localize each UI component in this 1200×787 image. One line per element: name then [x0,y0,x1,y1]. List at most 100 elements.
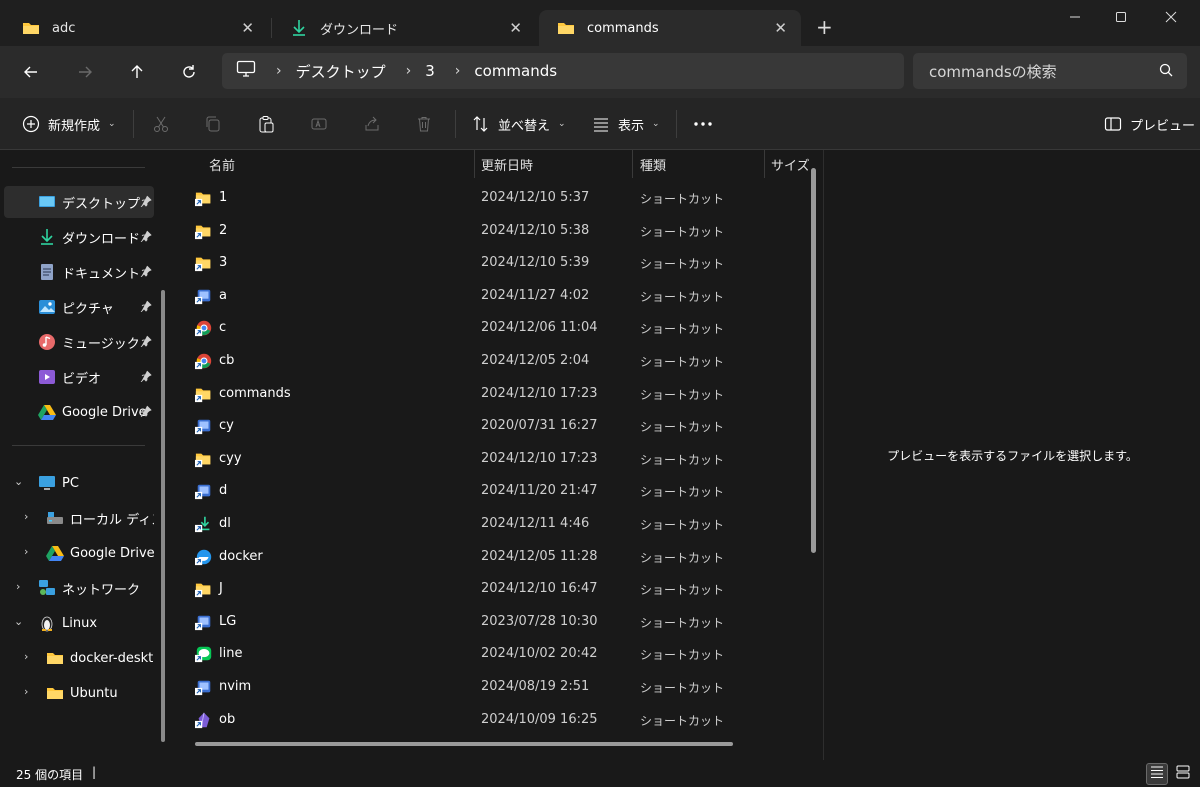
sidebar-item-network[interactable]: ネットワーク [4,572,154,604]
chevron-right-icon[interactable]: › [24,510,28,523]
copy-button[interactable] [202,113,224,135]
file-row[interactable]: docker 2024/12/05 11:28 ショートカット [175,541,795,573]
back-button[interactable] [18,60,44,84]
sidebar-item-videos[interactable]: ビデオ [4,361,154,393]
file-row[interactable]: 3 2024/12/10 5:39 ショートカット [175,247,795,279]
file-row[interactable]: 1 2024/12/10 5:37 ショートカット [175,182,795,214]
trash-icon [413,113,435,135]
file-name: line [219,646,243,662]
forward-button[interactable] [72,60,98,84]
column-divider[interactable] [632,150,633,178]
up-button[interactable] [124,60,150,84]
pin-icon[interactable] [140,300,152,316]
sidebar-item-label: ダウンロード [62,231,141,247]
refresh-button[interactable] [176,60,202,84]
file-row[interactable]: cb 2024/12/05 2:04 ショートカット [175,345,795,377]
column-divider[interactable] [764,150,765,178]
preview-pane-button[interactable]: プレビュー [1102,113,1195,135]
command-bar: 新規作成 ⌄ 並べ替え ⌄ 表示 ⌄ プレビュー [0,98,1200,150]
horizontal-scrollbar[interactable] [195,742,733,746]
tab-adc[interactable]: adc ✕ [4,10,268,46]
vertical-scrollbar[interactable] [811,168,816,553]
tab-commands[interactable]: commands ✕ [539,10,801,46]
pin-icon[interactable] [140,195,152,211]
chevron-right-icon[interactable]: › [24,545,28,558]
address-bar[interactable]: › デスクトップ › 3 › commands [222,53,904,89]
tiles-view-button[interactable] [1172,763,1194,785]
search-input[interactable]: commandsの検索 [913,53,1187,89]
file-name: J [219,581,223,597]
chevron-right-icon[interactable]: › [16,580,20,593]
minimize-button[interactable] [1052,4,1098,30]
pin-icon[interactable] [140,265,152,281]
delete-button[interactable] [413,113,435,135]
breadcrumb-commands[interactable]: commands [474,62,557,80]
paste-button[interactable] [255,113,277,135]
sidebar-item-pc[interactable]: PC [4,467,154,499]
share-button[interactable] [361,113,383,135]
file-row[interactable]: dl 2024/12/11 4:46 ショートカット [175,508,795,540]
close-icon[interactable]: ✕ [241,19,254,37]
rename-button[interactable] [308,113,330,135]
file-row[interactable]: commands 2024/12/10 17:23 ショートカット [175,378,795,410]
new-button[interactable]: 新規作成 ⌄ [20,113,116,135]
chevron-right-icon[interactable]: › [24,650,28,663]
search-icon[interactable] [1159,63,1173,81]
close-icon[interactable]: ✕ [774,19,787,37]
chevron-right-icon[interactable]: › [24,685,28,698]
pin-icon[interactable] [140,405,152,421]
column-header-modified[interactable]: 更新日時 [481,150,533,178]
sort-button[interactable]: 並べ替え ⌄ [470,113,566,135]
file-modified: 2024/12/10 5:37 [481,190,590,205]
sidebar-item-label: Linux [62,615,98,631]
pin-icon[interactable] [140,335,152,351]
column-header-type[interactable]: 種類 [640,150,666,178]
details-view-icon [1150,765,1164,783]
file-row[interactable]: d 2024/11/20 21:47 ショートカット [175,475,795,507]
file-row[interactable]: 2 2024/12/10 5:38 ショートカット [175,215,795,247]
file-row[interactable]: cyy 2024/12/10 17:23 ショートカット [175,443,795,475]
file-modified: 2024/10/09 16:25 [481,711,598,727]
folder-shortcut-icon [195,257,211,272]
cut-button[interactable] [150,113,172,135]
pin-icon[interactable] [140,370,152,386]
tab-download[interactable]: ダウンロード ✕ [272,10,536,46]
sidebar-item-desktop[interactable]: デスクトップ [4,186,154,218]
sidebar-item-music[interactable]: ミュージック [4,326,154,358]
file-row[interactable]: LG 2023/07/28 10:30 ショートカット [175,606,795,638]
sidebar-item-label: Google Drive ( [70,545,154,561]
breadcrumb-3[interactable]: 3 [425,62,435,80]
breadcrumb-desktop[interactable]: デスクトップ [296,61,386,82]
pin-icon[interactable] [140,230,152,246]
file-row[interactable]: a 2024/11/27 4:02 ショートカット [175,280,795,312]
chevron-down-icon[interactable]: ⌄ [14,615,23,628]
details-view-button[interactable] [1146,763,1168,785]
monitor-icon [236,60,256,82]
close-icon[interactable]: ✕ [509,19,522,37]
item-count: 25 個の項目 [16,768,84,782]
file-name: c [219,320,227,336]
file-modified: 2020/07/31 16:27 [481,418,598,434]
view-button[interactable]: 表示 ⌄ [590,113,660,135]
file-row[interactable]: line 2024/10/02 20:42 ショートカット [175,638,795,670]
sidebar-item-documents[interactable]: ドキュメント [4,256,154,288]
column-header-size[interactable]: サイズ [771,150,810,178]
column-divider[interactable] [474,150,475,178]
new-tab-button[interactable]: + [816,17,833,37]
more-button[interactable] [692,113,714,135]
chevron-down-icon[interactable]: ⌄ [14,475,23,488]
file-row[interactable]: ob 2024/10/09 16:25 ショートカット [175,704,795,736]
sidebar-item-linux[interactable]: Linux [4,607,154,639]
file-row[interactable]: c 2024/12/06 11:04 ショートカット [175,312,795,344]
sidebar-item-pictures[interactable]: ピクチャ [4,291,154,323]
sidebar-scrollbar[interactable] [161,290,165,742]
sidebar-item-downloads[interactable]: ダウンロード [4,221,154,253]
file-row[interactable]: nvim 2024/08/19 2:51 ショートカット [175,671,795,703]
file-row[interactable]: cy 2020/07/31 16:27 ショートカット [175,410,795,442]
maximize-button[interactable] [1098,4,1144,30]
sidebar-item-google-drive[interactable]: Google Drive [4,396,154,428]
view-label: 表示 [618,118,645,134]
file-row[interactable]: J 2024/12/10 16:47 ショートカット [175,573,795,605]
column-header-name[interactable]: 名前 [209,150,235,178]
close-window-button[interactable] [1148,4,1194,30]
